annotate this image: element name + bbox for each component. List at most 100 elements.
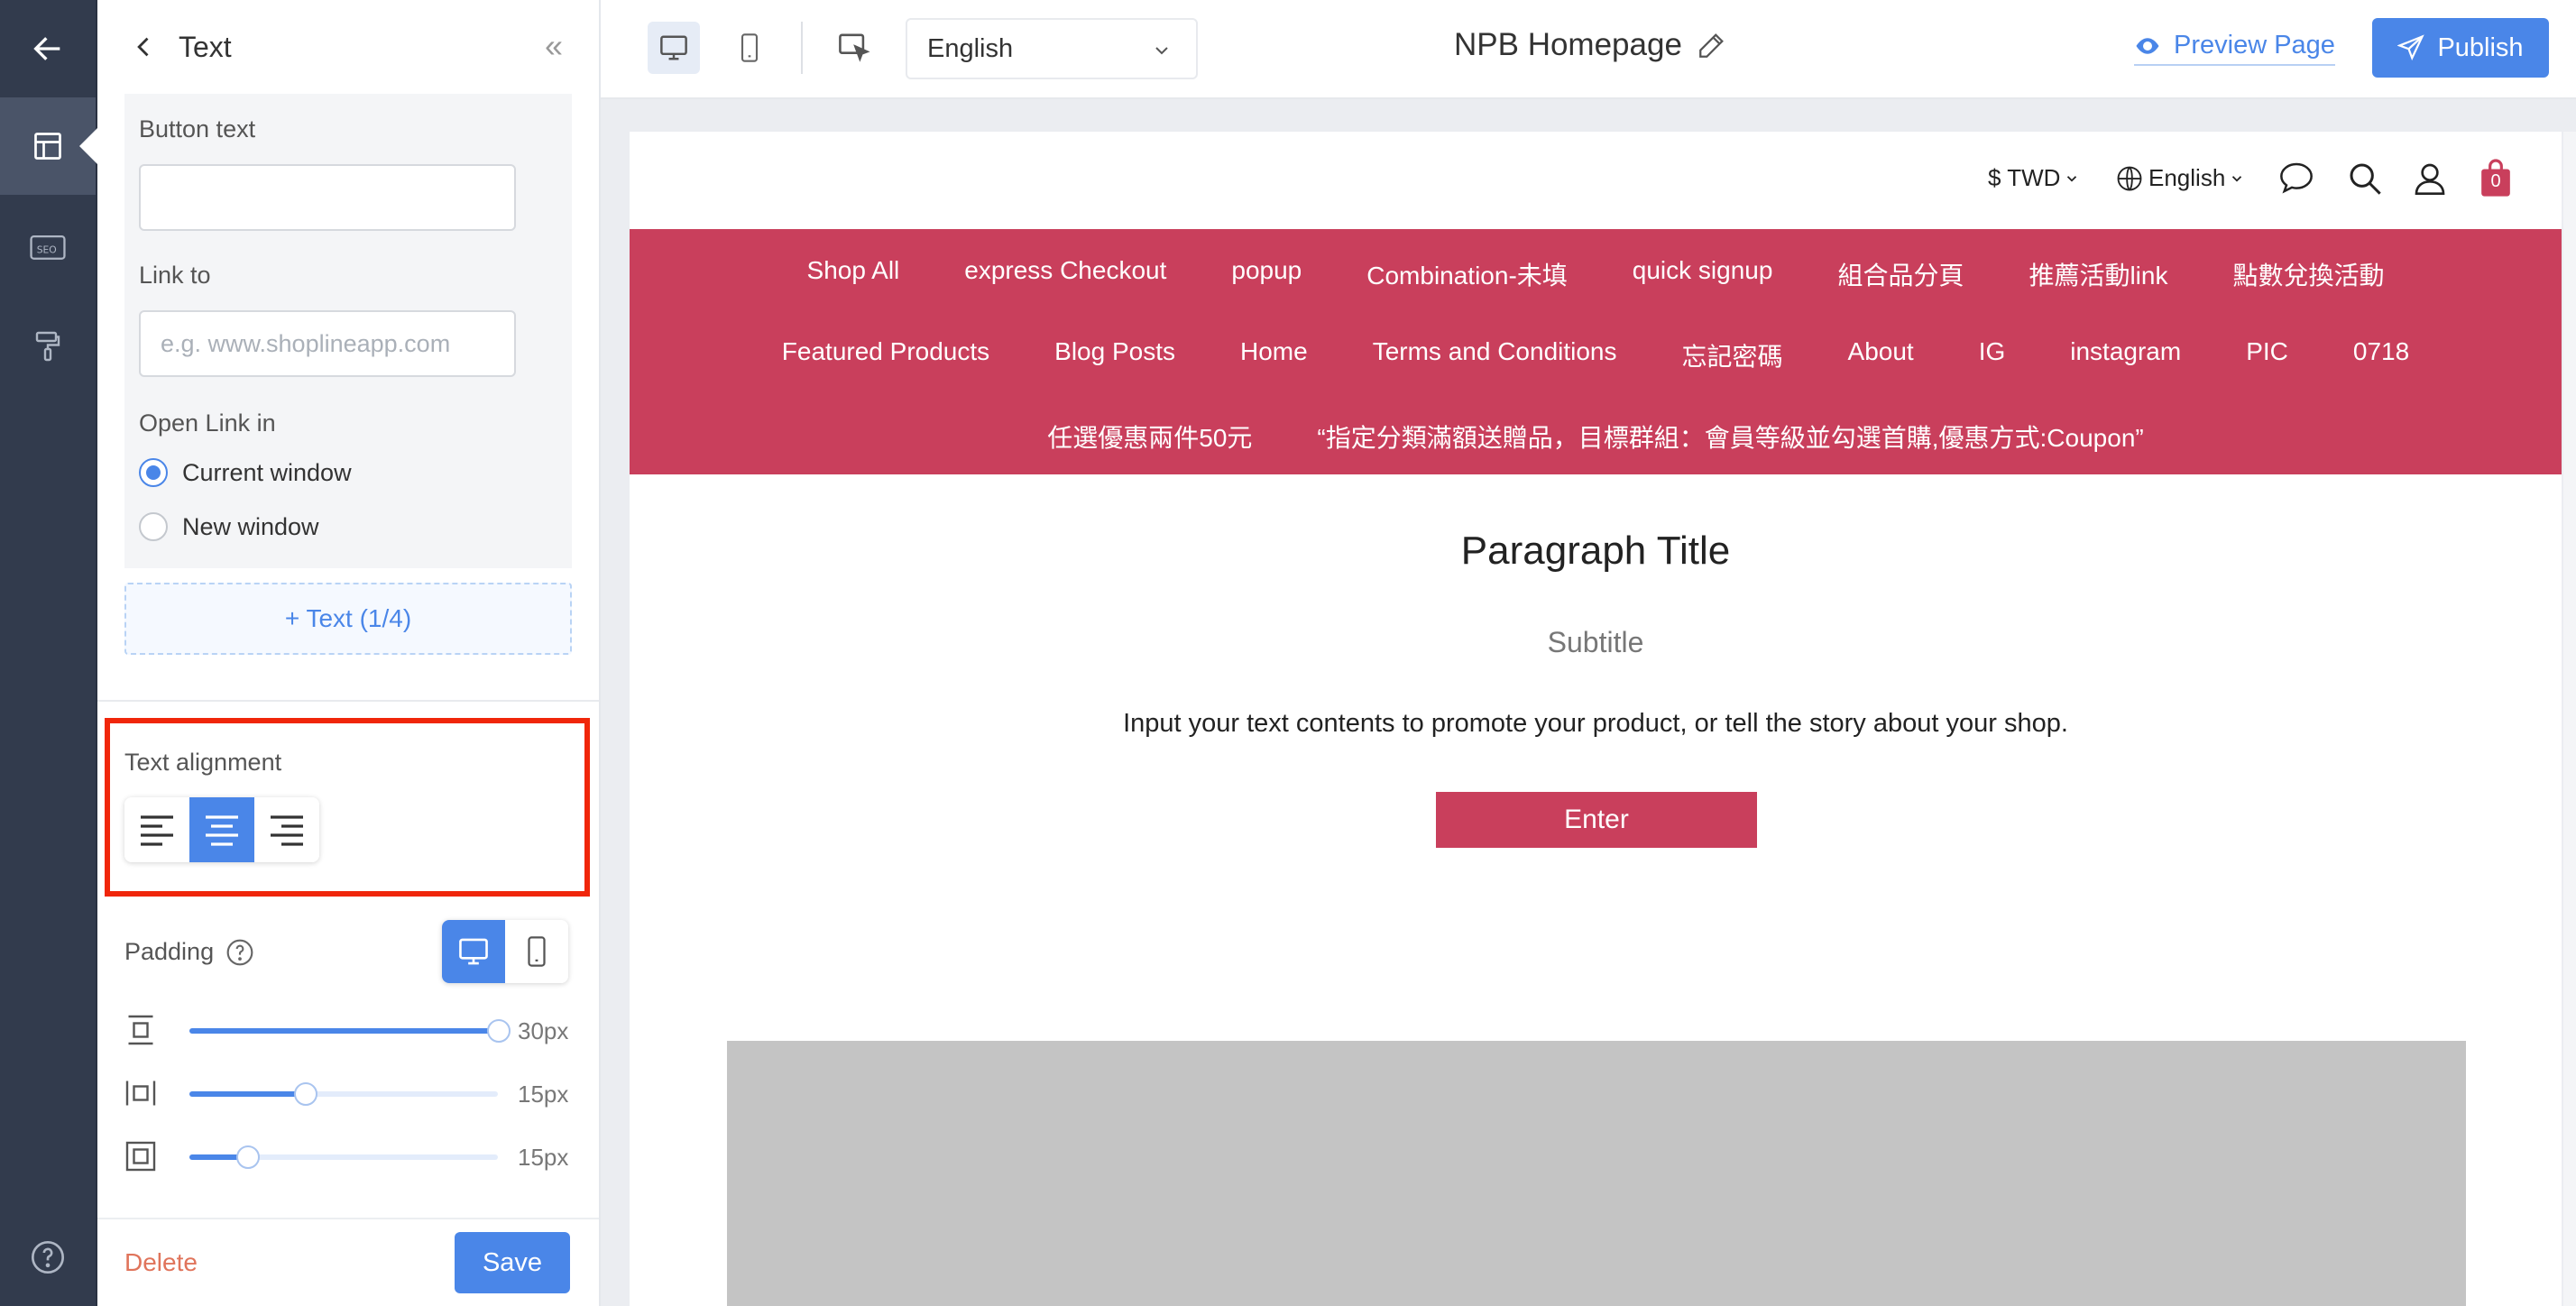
align-center-button[interactable] bbox=[189, 797, 254, 862]
publish-label: Publish bbox=[2437, 32, 2524, 62]
padding-horizontal-value: 15px bbox=[518, 1081, 569, 1108]
button-text-label: Button text bbox=[139, 115, 256, 143]
select-element-button[interactable] bbox=[828, 22, 880, 74]
nav-item[interactable]: 點數兌換活動 bbox=[2232, 256, 2384, 292]
padding-all-value: 15px bbox=[518, 1144, 569, 1171]
nav-row: 任選優惠兩件50元 “指定分類滿額送贈品，目標群組：會員等級並勾選首購,優惠方式… bbox=[630, 418, 2562, 455]
canvas-scrollbar[interactable] bbox=[2563, 132, 2576, 1306]
padding-vertical-icon bbox=[128, 1015, 153, 1045]
add-text-button[interactable]: + Text (1/4) bbox=[124, 583, 572, 655]
nav-item[interactable]: About bbox=[1848, 337, 1914, 373]
slider-handle[interactable] bbox=[294, 1082, 317, 1106]
storefront-preview: $ TWD English 0 Shop All express Checkou… bbox=[630, 132, 2562, 1306]
currency-selector[interactable]: $ TWD bbox=[1988, 164, 2080, 192]
search-icon[interactable] bbox=[2347, 161, 2383, 197]
pencil-edit-icon[interactable] bbox=[1697, 30, 1727, 60]
align-center-icon bbox=[206, 815, 238, 846]
nav-item[interactable]: Shop All bbox=[807, 256, 900, 292]
chevron-left-icon[interactable] bbox=[132, 34, 157, 60]
mobile-view-button[interactable] bbox=[723, 22, 776, 74]
radio-unselected-icon bbox=[139, 512, 168, 541]
nav-item[interactable]: Terms and Conditions bbox=[1373, 337, 1617, 373]
left-rail: SEO bbox=[0, 0, 97, 1306]
language-select[interactable]: English bbox=[906, 18, 1198, 79]
nav-item[interactable]: quick signup bbox=[1633, 256, 1773, 292]
publish-button[interactable]: Publish bbox=[2372, 18, 2549, 78]
slider-handle[interactable] bbox=[487, 1019, 511, 1043]
nav-item[interactable]: 任選優惠兩件50元 bbox=[1047, 418, 1252, 455]
nav-item[interactable]: 組合品分頁 bbox=[1837, 256, 1964, 292]
nav-item[interactable]: popup bbox=[1231, 256, 1302, 292]
store-header: $ TWD English 0 bbox=[630, 132, 2562, 229]
nav-item[interactable]: 忘記密碼 bbox=[1682, 337, 1783, 373]
chevron-down-icon bbox=[2067, 175, 2077, 182]
globe-icon bbox=[2117, 166, 2142, 190]
delete-button[interactable]: Delete bbox=[124, 1248, 198, 1277]
panel-header: Text « bbox=[97, 0, 599, 94]
open-link-label: Open Link in bbox=[139, 409, 276, 437]
language-select-value: English bbox=[927, 33, 1014, 63]
help-button[interactable] bbox=[0, 1209, 96, 1306]
desktop-view-button[interactable] bbox=[648, 22, 700, 74]
text-alignment-group bbox=[124, 797, 319, 862]
help-circle-icon[interactable] bbox=[225, 938, 254, 967]
padding-mobile-button[interactable] bbox=[505, 920, 568, 983]
nav-row: Shop All express Checkout popup Combinat… bbox=[630, 256, 2562, 292]
padding-horizontal-icon bbox=[125, 1081, 156, 1106]
nav-item[interactable]: “指定分類滿額送贈品，目標群組：會員等級並勾選首購,優惠方式:Coupon” bbox=[1317, 418, 2143, 455]
paragraph-subtitle: Subtitle bbox=[1547, 626, 1644, 658]
padding-all-icon bbox=[125, 1141, 156, 1172]
link-to-label: Link to bbox=[139, 262, 211, 289]
padding-horizontal-slider[interactable]: 15px bbox=[124, 1075, 575, 1111]
collapse-panel-icon[interactable]: « bbox=[545, 27, 563, 65]
nav-row: Featured Products Blog Posts Home Terms … bbox=[630, 337, 2562, 373]
radio-new-window[interactable]: New window bbox=[139, 512, 319, 541]
nav-item[interactable]: Featured Products bbox=[782, 337, 989, 373]
rail-layout-button[interactable] bbox=[0, 97, 97, 195]
nav-item[interactable]: 0718 bbox=[2353, 337, 2409, 373]
nav-item[interactable]: Blog Posts bbox=[1054, 337, 1175, 373]
chat-bubble-icon[interactable] bbox=[2278, 161, 2314, 195]
link-to-input[interactable]: e.g. www.shoplineapp.com bbox=[139, 310, 516, 377]
padding-label: Padding bbox=[124, 938, 215, 965]
currency-label: $ TWD bbox=[1988, 164, 2061, 191]
paint-roller-icon bbox=[35, 331, 60, 362]
preview-page-button[interactable]: Preview Page bbox=[2134, 31, 2335, 66]
nav-item[interactable]: 推薦活動link bbox=[2029, 256, 2167, 292]
padding-all-slider[interactable]: 15px bbox=[124, 1138, 575, 1174]
panel-title: Text bbox=[179, 30, 232, 63]
mobile-icon bbox=[528, 936, 546, 967]
nav-item[interactable]: express Checkout bbox=[964, 256, 1166, 292]
store-language-selector[interactable]: English bbox=[2116, 164, 2245, 192]
radio-current-window[interactable]: Current window bbox=[139, 458, 352, 487]
padding-device-toggle bbox=[442, 920, 568, 983]
seo-icon: SEO bbox=[30, 235, 66, 260]
rail-theme-button[interactable] bbox=[0, 298, 96, 395]
align-left-icon bbox=[141, 815, 173, 846]
save-button[interactable]: Save bbox=[455, 1232, 570, 1293]
cart-button[interactable]: 0 bbox=[2479, 157, 2513, 198]
nav-item[interactable]: IG bbox=[1979, 337, 2006, 373]
align-right-icon bbox=[271, 815, 303, 846]
nav-item[interactable]: instagram bbox=[2070, 337, 2181, 373]
enter-button[interactable]: Enter bbox=[1436, 792, 1757, 848]
rail-seo-button[interactable]: SEO bbox=[0, 200, 96, 298]
button-text-input[interactable] bbox=[139, 164, 516, 231]
align-right-button[interactable] bbox=[254, 797, 319, 862]
slider-handle[interactable] bbox=[236, 1145, 260, 1169]
paper-plane-icon bbox=[2397, 34, 2425, 61]
user-account-icon[interactable] bbox=[2412, 161, 2448, 197]
toolbar-divider bbox=[801, 22, 803, 74]
nav-item[interactable]: PIC bbox=[2246, 337, 2288, 373]
nav-item[interactable]: Home bbox=[1240, 337, 1308, 373]
store-nav-menu: Shop All express Checkout popup Combinat… bbox=[630, 229, 2562, 474]
nav-item[interactable]: Combination-未填 bbox=[1366, 256, 1568, 292]
back-button[interactable] bbox=[0, 0, 96, 97]
padding-desktop-button[interactable] bbox=[442, 920, 505, 983]
align-left-button[interactable] bbox=[124, 797, 189, 862]
padding-vertical-slider[interactable]: 30px bbox=[124, 1012, 575, 1048]
svg-text:SEO: SEO bbox=[37, 244, 57, 256]
radio-selected-icon bbox=[139, 458, 168, 487]
mobile-icon bbox=[741, 33, 759, 62]
layout-icon bbox=[34, 133, 61, 160]
